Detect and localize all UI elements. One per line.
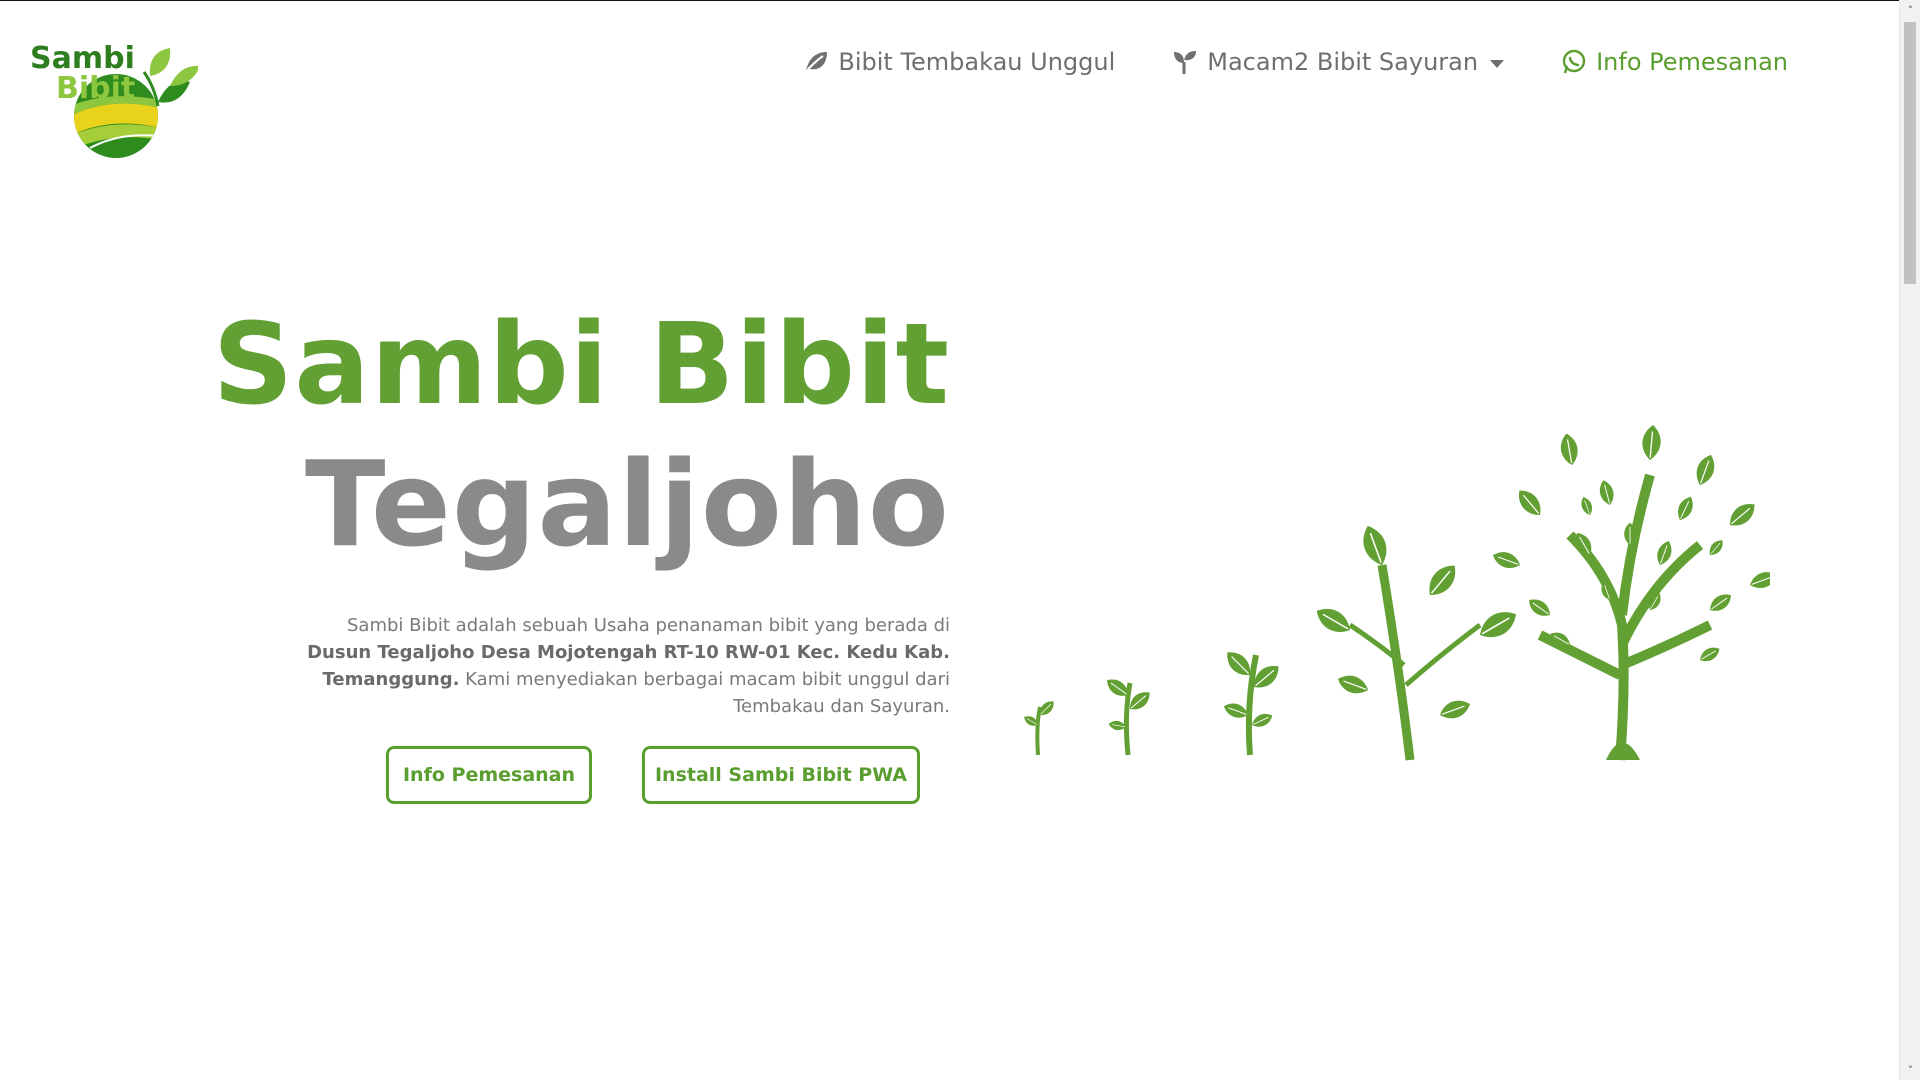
hero-section: Sambi Bibit Tegaljoho Sambi Bibit adalah…	[200, 300, 950, 720]
info-pemesanan-button[interactable]: Info Pemesanan	[386, 746, 592, 804]
page-scrollbar[interactable]: ˄ ˅	[1899, 0, 1920, 1080]
nav-item-bibit-tembakau[interactable]: Bibit Tembakau Unggul	[802, 48, 1115, 76]
nav-item-label: Macam2 Bibit Sayuran	[1207, 48, 1479, 76]
scrollbar-thumb[interactable]	[1904, 22, 1916, 284]
chevron-down-icon	[1490, 59, 1505, 68]
nav-item-info-pemesanan[interactable]: Info Pemesanan	[1560, 48, 1788, 76]
seedling-stage-1	[1021, 697, 1058, 756]
hero-buttons: Info Pemesanan Install Sambi Bibit PWA	[386, 746, 920, 804]
scroll-up-arrow-icon[interactable]: ˄	[1900, 0, 1920, 20]
seedling-icon	[1171, 48, 1199, 76]
seedling-stage-4	[1311, 521, 1523, 761]
install-pwa-button[interactable]: Install Sambi Bibit PWA	[642, 746, 920, 804]
scroll-down-arrow-icon[interactable]: ˅	[1900, 1060, 1920, 1080]
logo-graphic: Sambi Bibit	[30, 41, 200, 158]
nav-item-bibit-sayuran[interactable]: Macam2 Bibit Sayuran	[1171, 48, 1505, 76]
leaf-icon	[802, 48, 830, 76]
nav-item-label: Info Pemesanan	[1596, 48, 1788, 76]
hero-description: Sambi Bibit adalah sebuah Usaha penanama…	[280, 612, 950, 720]
tree-stage-5	[1489, 423, 1781, 761]
seedling-stage-2	[1102, 674, 1155, 756]
main-nav: Bibit Tembakau Unggul Macam2 Bibit Sayur…	[802, 48, 1788, 76]
whatsapp-icon	[1560, 48, 1588, 76]
window-top-border	[0, 0, 1920, 1]
hero-description-text-end: Kami menyediakan berbagai macam bibit un…	[459, 669, 950, 717]
hero-title: Sambi Bibit	[212, 300, 950, 430]
site-logo[interactable]: Sambi Bibit	[30, 36, 200, 160]
nav-item-label: Bibit Tembakau Unggul	[838, 48, 1116, 76]
hero-description-text: Sambi Bibit adalah sebuah Usaha penanama…	[346, 615, 950, 636]
logo-text-line2: Bibit	[56, 71, 135, 106]
hero-subtitle: Tegaljoho	[305, 435, 950, 573]
seedling-stage-3	[1220, 645, 1285, 756]
plant-growth-illustration	[1010, 423, 1781, 765]
